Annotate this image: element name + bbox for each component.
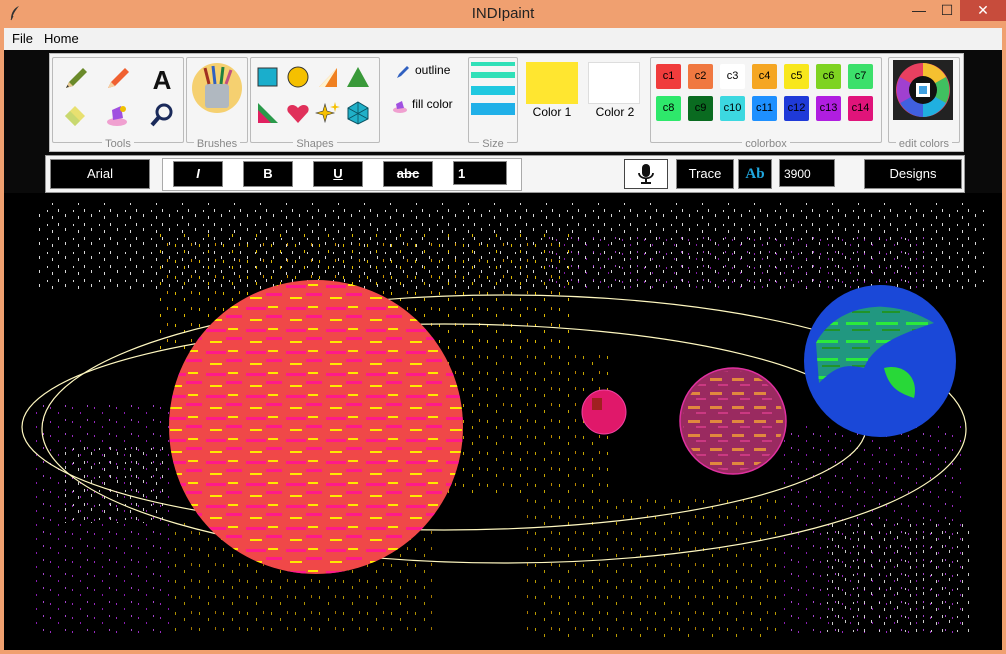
- fill-color-label: fill color: [412, 97, 453, 111]
- font-toolbar: Arial I B U abc 1 Trace Ab 3900 Designs: [45, 155, 965, 193]
- menu-home[interactable]: Home: [44, 31, 79, 46]
- drawing-canvas[interactable]: [4, 193, 1002, 650]
- fill-color-icon: [393, 101, 407, 113]
- ribbon: A Tools Brushes Shapes outline fill colo…: [49, 53, 964, 152]
- color-swatch-c5[interactable]: c5: [784, 64, 809, 89]
- gradient-triangle-icon[interactable]: [255, 100, 281, 126]
- magnifier-icon[interactable]: [147, 100, 177, 130]
- pencil-icon[interactable]: [61, 64, 91, 94]
- color-swatch-c7[interactable]: c7: [848, 64, 873, 89]
- size-group[interactable]: Size: [468, 57, 518, 150]
- tools-group: A Tools: [52, 57, 184, 150]
- sparkles-icon[interactable]: [315, 100, 341, 126]
- edit-colors-group: edit colors: [888, 57, 960, 150]
- underline-button[interactable]: U: [313, 161, 363, 187]
- menu-bar: File Home: [4, 28, 1002, 50]
- color-swatch-c4[interactable]: c4: [752, 64, 777, 89]
- size-line-1: [471, 62, 515, 66]
- outline-button[interactable]: outline: [395, 62, 465, 82]
- colorbox-group: c1 c2 c3 c4 c5 c6 c7 c8 c9 c10 c11 c12 c13 c14 colorb…: [650, 57, 882, 150]
- microphone-icon: [638, 164, 654, 184]
- maximize-button[interactable]: ☐: [933, 0, 961, 21]
- color-swatch-c6[interactable]: c6: [816, 64, 841, 89]
- color-swatch-c13[interactable]: c13: [816, 96, 841, 121]
- pen-icon[interactable]: [103, 64, 133, 94]
- size-line-2: [471, 72, 515, 78]
- color-swatch-c10[interactable]: c10: [720, 96, 745, 121]
- text-tool-icon[interactable]: A: [147, 64, 177, 94]
- title-bar: INDIpaint — ☐ ✕: [0, 0, 1006, 27]
- close-icon: ✕: [977, 2, 989, 18]
- numeric-spinbox[interactable]: 3900: [779, 159, 835, 187]
- fill-bucket-icon[interactable]: [103, 100, 133, 130]
- color-wheel-icon[interactable]: [893, 60, 953, 120]
- trace-button[interactable]: Trace: [676, 159, 734, 189]
- svg-text:A: A: [153, 65, 172, 94]
- color2-label: Color 2: [595, 105, 635, 119]
- close-button[interactable]: ✕: [960, 0, 1006, 21]
- fill-color-button[interactable]: fill color: [392, 96, 472, 116]
- color-swatch-c9[interactable]: c9: [688, 96, 713, 121]
- tools-label: Tools: [102, 138, 134, 150]
- designs-button[interactable]: Designs: [864, 159, 962, 189]
- size-line-3: [471, 86, 515, 95]
- color-swatch-c1[interactable]: c1: [656, 64, 681, 89]
- colorbox-label: colorbox: [742, 138, 790, 150]
- heart-icon[interactable]: [285, 100, 311, 126]
- right-triangle-icon[interactable]: [315, 64, 341, 90]
- color-swatch-c3[interactable]: c3: [720, 64, 745, 89]
- triangle-icon[interactable]: [345, 64, 371, 90]
- brushes-icon[interactable]: [191, 62, 243, 114]
- polyhedron-icon[interactable]: [345, 100, 371, 126]
- shapes-group: Shapes: [250, 57, 380, 150]
- outline-pen-icon: [397, 66, 409, 78]
- color1-swatch[interactable]: [526, 62, 578, 104]
- circle-icon[interactable]: [285, 64, 311, 90]
- text-style-ab-button[interactable]: Ab: [738, 159, 772, 189]
- color-swatch-c14[interactable]: c14: [848, 96, 873, 121]
- color-swatch-c8[interactable]: c8: [656, 96, 681, 121]
- window-title: INDIpaint: [471, 5, 535, 22]
- canvas-artwork: [21, 203, 984, 643]
- size-line-4: [471, 103, 515, 115]
- minimize-button[interactable]: —: [905, 0, 933, 21]
- rectangle-icon[interactable]: [255, 64, 281, 90]
- size-label: Size: [479, 138, 507, 150]
- color-swatch-c2[interactable]: c2: [688, 64, 713, 89]
- outline-label: outline: [415, 63, 451, 77]
- color2-swatch[interactable]: [588, 62, 640, 104]
- color-swatch-c11[interactable]: c11: [752, 96, 777, 121]
- brushes-label: Brushes: [193, 138, 241, 150]
- microphone-button[interactable]: [624, 159, 668, 189]
- eraser-icon[interactable]: [61, 100, 91, 130]
- color1-label: Color 1: [532, 105, 572, 119]
- color-swatch-c12[interactable]: c12: [784, 96, 809, 121]
- bold-button[interactable]: B: [243, 161, 293, 187]
- shapes-label: Shapes: [293, 138, 337, 150]
- italic-button[interactable]: I: [173, 161, 223, 187]
- strikethrough-button[interactable]: abc: [383, 161, 433, 187]
- font-size-spinbox[interactable]: 1: [453, 161, 507, 185]
- menu-file[interactable]: File: [12, 31, 33, 46]
- font-family-button[interactable]: Arial: [50, 159, 150, 189]
- edit-colors-label: edit colors: [895, 138, 953, 150]
- brushes-group: Brushes: [186, 57, 248, 150]
